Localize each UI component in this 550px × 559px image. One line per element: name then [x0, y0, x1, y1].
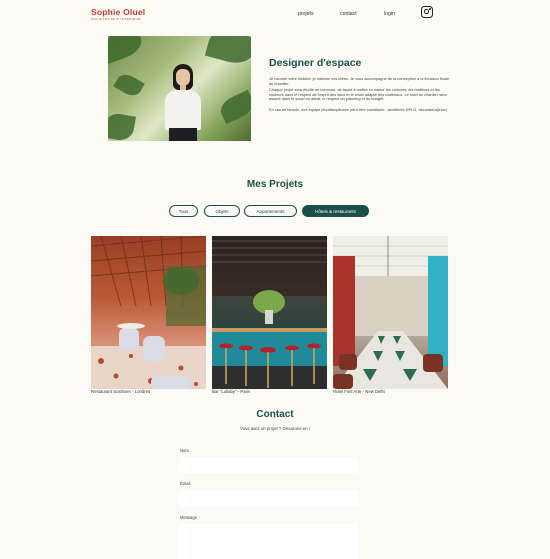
- project-image[interactable]: [333, 236, 448, 389]
- person: [163, 64, 203, 141]
- instagram-dot: [429, 8, 431, 10]
- filter-objects[interactable]: Objets: [204, 205, 240, 217]
- email-label: Email: [180, 481, 191, 486]
- about-paragraph: Chaque projet sera étudié en commun, de …: [269, 87, 447, 102]
- foliage: [216, 89, 251, 125]
- contact-title: Contact: [256, 409, 294, 420]
- about-paragraph: En cas de besoin, une équipe pluridiscip…: [269, 107, 447, 112]
- name-field[interactable]: [180, 457, 358, 473]
- foliage: [108, 36, 146, 65]
- logo-name: Sophie Oluel: [91, 7, 146, 17]
- foliage: [113, 70, 145, 100]
- name-label: Nom: [180, 448, 189, 453]
- logo[interactable]: Sophie Oluel ARCHITECTE D'INTERIEUR: [91, 7, 145, 21]
- message-field[interactable]: [180, 524, 358, 559]
- project-image[interactable]: [212, 236, 327, 389]
- about-title: Designer d'espace: [269, 57, 362, 69]
- filter-all[interactable]: Tous: [169, 205, 198, 217]
- bar-illustration: [212, 240, 327, 389]
- project-caption: Hotel First Arte - New Delhi: [333, 389, 385, 394]
- filter-hotels-restaurants[interactable]: Hôtels & restaurants: [302, 205, 369, 217]
- message-label: Message: [180, 515, 197, 520]
- project-caption: Bar "Lullaby" - Paris: [212, 389, 251, 394]
- project-caption: Restaurant Sushisen - Londres: [91, 389, 151, 394]
- instagram-icon[interactable]: [421, 6, 433, 18]
- site-header: Sophie Oluel ARCHITECTE D'INTERIEUR proj…: [0, 0, 550, 28]
- restaurant-illustration: [91, 236, 206, 389]
- foliage: [108, 111, 137, 141]
- nav-projects[interactable]: projets: [298, 11, 314, 17]
- hotel-illustration: [333, 236, 448, 389]
- project-image[interactable]: [91, 236, 206, 389]
- nav-contact[interactable]: contact: [340, 11, 357, 17]
- logo-tagline: ARCHITECTE D'INTERIEUR: [91, 17, 141, 21]
- portfolio-title: Mes Projets: [246, 179, 304, 190]
- about-paragraph: Je raconte votre histoire, je valorise v…: [269, 76, 450, 86]
- instagram-lens: [424, 9, 429, 14]
- nav-login[interactable]: login: [384, 11, 395, 17]
- foliage: [204, 36, 251, 68]
- portrait-photo: [108, 36, 251, 141]
- email-field[interactable]: [180, 490, 358, 506]
- contact-subtitle: Vous avez un projet ? Discutons-en !: [240, 426, 310, 431]
- filter-apartments[interactable]: Appartements: [244, 205, 297, 217]
